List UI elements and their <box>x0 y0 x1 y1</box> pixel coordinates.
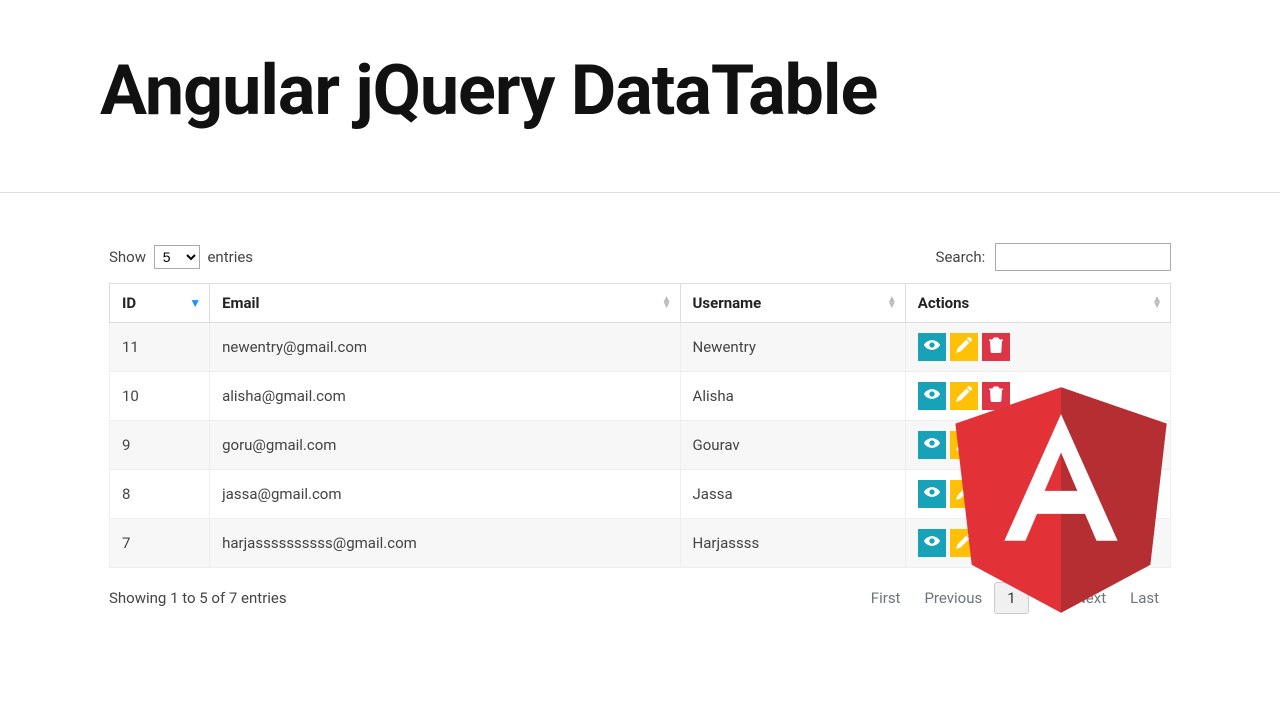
cell-username: Gourav <box>680 421 905 470</box>
sort-desc-icon: ▼ <box>189 300 201 306</box>
cell-id: 9 <box>110 421 210 470</box>
length-control: Show 5102550 entries <box>109 245 253 269</box>
eye-icon <box>924 435 940 455</box>
delete-button[interactable] <box>982 333 1010 361</box>
cell-username: Jassa <box>680 470 905 519</box>
eye-icon <box>924 533 940 553</box>
search-input[interactable] <box>995 243 1171 271</box>
column-header-email[interactable]: Email ▲▼ <box>210 284 680 323</box>
search-label: Search: <box>936 248 986 266</box>
eye-icon <box>924 337 940 357</box>
search-control: Search: <box>936 243 1171 271</box>
header-divider <box>0 192 1280 193</box>
column-header-actions[interactable]: Actions ▲▼ <box>905 284 1170 323</box>
cell-username: Harjassss <box>680 519 905 568</box>
column-username-label: Username <box>693 294 762 312</box>
cell-username: Alisha <box>680 372 905 421</box>
cell-email: goru@gmail.com <box>210 421 680 470</box>
cell-email: alisha@gmail.com <box>210 372 680 421</box>
cell-id: 8 <box>110 470 210 519</box>
eye-icon <box>924 484 940 504</box>
length-suffix: entries <box>207 248 253 266</box>
column-header-id[interactable]: ID ▼ <box>110 284 210 323</box>
cell-id: 10 <box>110 372 210 421</box>
table-info: Showing 1 to 5 of 7 entries <box>109 589 287 607</box>
edit-button[interactable] <box>950 333 978 361</box>
sort-both-icon: ▲▼ <box>662 297 672 309</box>
column-id-label: ID <box>122 294 136 312</box>
cell-email: harjassssssssss@gmail.com <box>210 519 680 568</box>
view-button[interactable] <box>918 333 946 361</box>
length-prefix: Show <box>109 248 146 266</box>
column-actions-label: Actions <box>918 294 970 312</box>
sort-both-icon: ▲▼ <box>1152 297 1162 309</box>
cell-id: 7 <box>110 519 210 568</box>
sort-both-icon: ▲▼ <box>887 297 897 309</box>
cell-username: Newentry <box>680 323 905 372</box>
cell-email: jassa@gmail.com <box>210 470 680 519</box>
cell-id: 11 <box>110 323 210 372</box>
trash-icon <box>988 337 1004 357</box>
page-title: Angular jQuery DataTable <box>0 0 1280 192</box>
length-select[interactable]: 5102550 <box>154 245 200 269</box>
angular-logo <box>941 363 1181 613</box>
datatable-container: Show 5102550 entries Search: ID ▼ Email … <box>109 243 1171 614</box>
eye-icon <box>924 386 940 406</box>
column-email-label: Email <box>222 294 259 312</box>
column-header-username[interactable]: Username ▲▼ <box>680 284 905 323</box>
edit-icon <box>956 337 972 357</box>
table-header-row: ID ▼ Email ▲▼ Username ▲▼ Actions ▲▼ <box>110 284 1171 323</box>
pagination-first[interactable]: First <box>859 583 913 613</box>
top-controls: Show 5102550 entries Search: <box>109 243 1171 271</box>
cell-email: newentry@gmail.com <box>210 323 680 372</box>
